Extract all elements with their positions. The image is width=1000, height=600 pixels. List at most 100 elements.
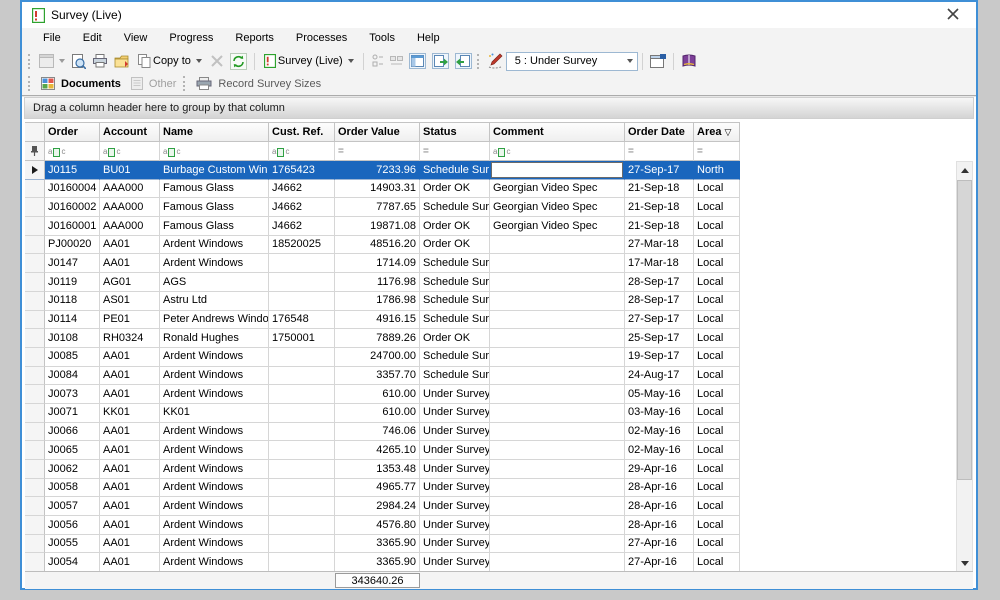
- row-indicator-cell[interactable]: [25, 254, 45, 273]
- preview-pane-button[interactable]: [406, 51, 429, 71]
- grid-cell-order[interactable]: J0147: [45, 254, 100, 273]
- row-indicator-cell[interactable]: [25, 385, 45, 404]
- column-header-area[interactable]: Area▽: [694, 122, 740, 142]
- row-indicator-cell[interactable]: [25, 423, 45, 442]
- table-row[interactable]: J0071KK01KK01610.00Under Survey03-May-16…: [25, 404, 740, 423]
- grid-cell-cust-ref[interactable]: [269, 367, 335, 386]
- grid-cell-order-date[interactable]: 27-Apr-16: [625, 535, 694, 554]
- grid-cell-status[interactable]: Order OK: [420, 180, 490, 199]
- row-indicator-cell[interactable]: [25, 311, 45, 330]
- survey-live-combo[interactable]: Survey (Live): [259, 52, 359, 70]
- grid-cell-name[interactable]: Ardent Windows: [160, 535, 269, 554]
- table-row[interactable]: J0115BU01Burbage Custom Windows176542372…: [25, 161, 740, 180]
- grid-cell-name[interactable]: Ronald Hughes: [160, 329, 269, 348]
- grid-cell-status[interactable]: Under Survey: [420, 423, 490, 442]
- grid-cell-account[interactable]: AAA000: [100, 198, 160, 217]
- grid-cell-comment[interactable]: [490, 311, 625, 330]
- grid-cell-order-date[interactable]: 24-Aug-17: [625, 367, 694, 386]
- grid-cell-area[interactable]: Local: [694, 217, 740, 236]
- print-preview-button[interactable]: [68, 52, 89, 71]
- table-row[interactable]: J0114PE01Peter Andrews Windows1765484916…: [25, 311, 740, 330]
- grid-cell-name[interactable]: Peter Andrews Windows: [160, 311, 269, 330]
- grid-cell-comment[interactable]: [490, 367, 625, 386]
- print-button[interactable]: [89, 52, 111, 70]
- grid-cell-comment[interactable]: [490, 460, 625, 479]
- grid-cell-status[interactable]: Under Survey: [420, 535, 490, 554]
- grid-cell-name[interactable]: AGS: [160, 273, 269, 292]
- grid-cell-cust-ref[interactable]: 1765423: [269, 161, 335, 180]
- row-indicator-cell[interactable]: [25, 273, 45, 292]
- grid-cell-area[interactable]: Local: [694, 348, 740, 367]
- row-indicator-cell[interactable]: [25, 535, 45, 554]
- grid-cell-order-value[interactable]: 24700.00: [335, 348, 420, 367]
- grid-cell-order-value[interactable]: 746.06: [335, 423, 420, 442]
- grid-cell-cust-ref[interactable]: [269, 385, 335, 404]
- grid-cell-status[interactable]: Under Survey: [420, 497, 490, 516]
- grid-cell-order-value[interactable]: 7889.26: [335, 329, 420, 348]
- grid-cell-account[interactable]: AG01: [100, 273, 160, 292]
- grid-cell-order[interactable]: J0065: [45, 441, 100, 460]
- filter-cell-name[interactable]: ac: [160, 142, 269, 161]
- grid-cell-order-value[interactable]: 4965.77: [335, 479, 420, 498]
- grid-cell-area[interactable]: North: [694, 161, 740, 180]
- row-indicator-cell[interactable]: [25, 516, 45, 535]
- grid-cell-order-date[interactable]: 19-Sep-17: [625, 348, 694, 367]
- grid-cell-account[interactable]: AA01: [100, 479, 160, 498]
- grid-cell-comment[interactable]: [490, 441, 625, 460]
- properties-button[interactable]: [647, 52, 669, 71]
- grid-cell-order[interactable]: J0057: [45, 497, 100, 516]
- grid-cell-order[interactable]: J0119: [45, 273, 100, 292]
- grid-cell-account[interactable]: AA01: [100, 553, 160, 572]
- grid-cell-order-value[interactable]: 4576.80: [335, 516, 420, 535]
- grid-cell-order-date[interactable]: 03-May-16: [625, 404, 694, 423]
- table-row[interactable]: J0160004AAA000Famous GlassJ466214903.31O…: [25, 180, 740, 199]
- grid-cell-order[interactable]: J0108: [45, 329, 100, 348]
- grid-cell-status[interactable]: Under Survey: [420, 385, 490, 404]
- grid-cell-order[interactable]: J0054: [45, 553, 100, 572]
- grid-cell-order[interactable]: J0056: [45, 516, 100, 535]
- table-row[interactable]: J0108RH0324Ronald Hughes17500017889.26Or…: [25, 329, 740, 348]
- filter-cell-account[interactable]: ac: [100, 142, 160, 161]
- grid-cell-order[interactable]: J0058: [45, 479, 100, 498]
- grid-cell-name[interactable]: Ardent Windows: [160, 423, 269, 442]
- grid-cell-order-value[interactable]: 48516.20: [335, 236, 420, 255]
- record-survey-sizes-button[interactable]: Record Survey Sizes: [191, 75, 326, 92]
- column-header-comment[interactable]: Comment: [490, 122, 625, 142]
- grid-cell-name[interactable]: Ardent Windows: [160, 441, 269, 460]
- grid-cell-account[interactable]: AA01: [100, 516, 160, 535]
- menu-item-tools[interactable]: Tools: [358, 30, 406, 46]
- grid-cell-cust-ref[interactable]: [269, 404, 335, 423]
- grid-cell-status[interactable]: Under Survey: [420, 553, 490, 572]
- grid-cell-area[interactable]: Local: [694, 553, 740, 572]
- grid-cell-cust-ref[interactable]: [269, 479, 335, 498]
- grid-cell-cust-ref[interactable]: 176548: [269, 311, 335, 330]
- grid-cell-order-date[interactable]: 21-Sep-18: [625, 217, 694, 236]
- grid-cell-order-date[interactable]: 28-Sep-17: [625, 292, 694, 311]
- grid-cell-comment[interactable]: [490, 516, 625, 535]
- grid-cell-order[interactable]: PJ00020: [45, 236, 100, 255]
- scrollbar-thumb[interactable]: [957, 180, 972, 480]
- grid-cell-area[interactable]: Local: [694, 404, 740, 423]
- scroll-down-button[interactable]: [957, 555, 972, 571]
- grid-cell-order-date[interactable]: 27-Mar-18: [625, 236, 694, 255]
- grid-cell-comment[interactable]: [490, 385, 625, 404]
- grid-cell-account[interactable]: BU01: [100, 161, 160, 180]
- row-indicator-cell[interactable]: [25, 479, 45, 498]
- grid-cell-status[interactable]: Under Survey: [420, 441, 490, 460]
- grid-cell-name[interactable]: Ardent Windows: [160, 367, 269, 386]
- grid-cell-cust-ref[interactable]: [269, 535, 335, 554]
- menu-item-progress[interactable]: Progress: [158, 30, 224, 46]
- group-by-bar[interactable]: Drag a column header here to group by th…: [24, 97, 974, 119]
- table-row[interactable]: J0119AG01AGS1176.98Schedule Survey28-Sep…: [25, 273, 740, 292]
- filter-cell-order-date[interactable]: =: [625, 142, 694, 161]
- grid-cell-account[interactable]: AA01: [100, 348, 160, 367]
- grid-cell-status[interactable]: Schedule Survey: [420, 198, 490, 217]
- row-indicator-cell[interactable]: [25, 497, 45, 516]
- row-indicator-cell[interactable]: [25, 553, 45, 572]
- grid-cell-account[interactable]: AA01: [100, 441, 160, 460]
- toolbar-grip[interactable]: [28, 76, 32, 91]
- row-indicator-cell[interactable]: [25, 198, 45, 217]
- grid-cell-order[interactable]: J0118: [45, 292, 100, 311]
- grid-cell-account[interactable]: AS01: [100, 292, 160, 311]
- grid-cell-order-value[interactable]: 3357.70: [335, 367, 420, 386]
